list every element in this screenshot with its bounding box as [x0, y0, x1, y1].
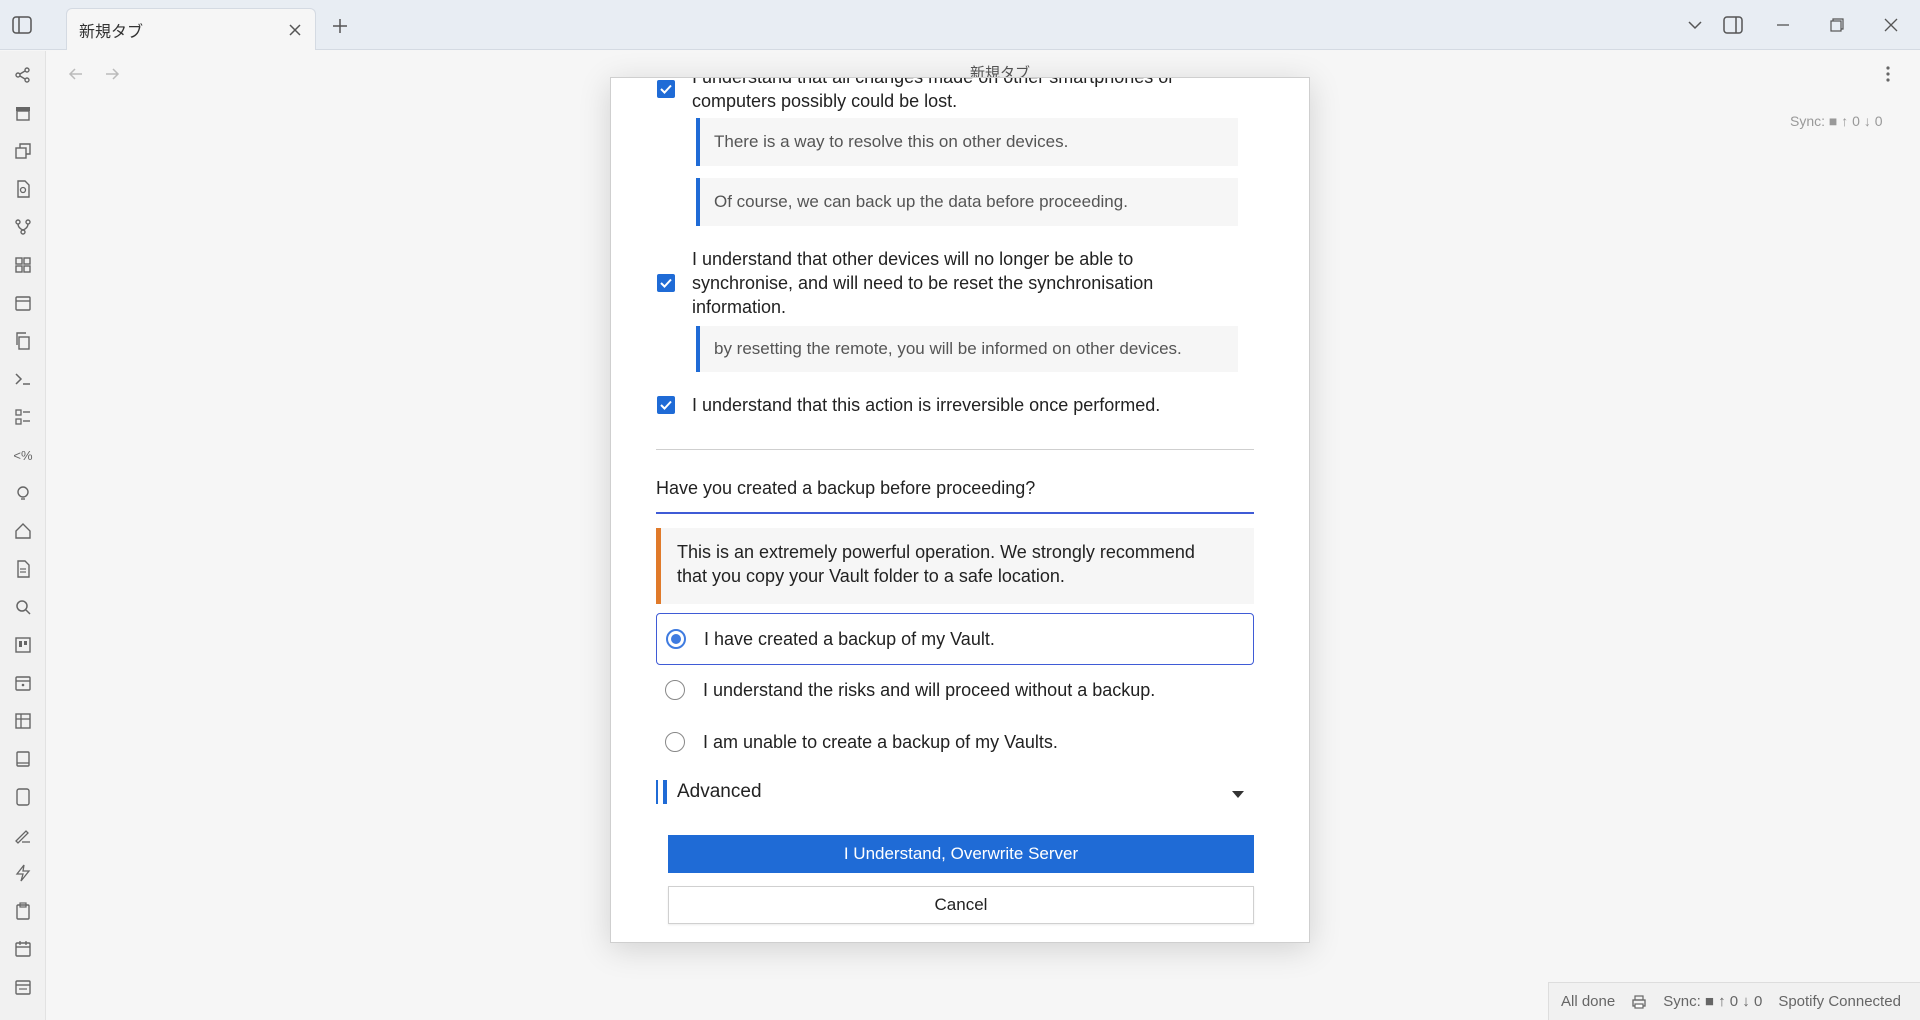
note-resetting-remote: by resetting the remote, you will be inf…: [696, 326, 1238, 372]
tablet-icon[interactable]: [11, 785, 35, 809]
document-icon[interactable]: [11, 557, 35, 581]
calendar-alt-icon[interactable]: [11, 937, 35, 961]
advanced-marker: [656, 780, 667, 804]
archive-icon[interactable]: [11, 101, 35, 125]
status-all-done: All done: [1561, 993, 1616, 1010]
ack-text-2-line2: synchronise, and will need to be reset t…: [692, 273, 1154, 293]
question-underline: [656, 512, 1254, 514]
kanban-icon[interactable]: [11, 633, 35, 657]
lightning-icon[interactable]: [11, 861, 35, 885]
section-divider: [656, 449, 1254, 450]
grid-icon[interactable]: [11, 253, 35, 277]
warning-line-2: that you copy your Vault folder to a saf…: [677, 566, 1065, 586]
signature-icon[interactable]: [11, 823, 35, 847]
forward-arrow-icon[interactable]: [100, 62, 124, 86]
layers-icon[interactable]: [11, 139, 35, 163]
ack-checkbox-3[interactable]: [657, 396, 675, 414]
status-sync: Sync: ■ ↑ 0 ↓ 0: [1663, 993, 1763, 1010]
left-ribbon: <%: [0, 51, 46, 1020]
close-window-icon[interactable]: [1878, 12, 1904, 38]
radio-unable-backup[interactable]: [665, 732, 685, 752]
terminal-icon[interactable]: [11, 367, 35, 391]
more-options-icon[interactable]: [1876, 62, 1900, 86]
lightbulb-icon[interactable]: [11, 481, 35, 505]
calendar-days-icon[interactable]: [11, 671, 35, 695]
option-created-backup[interactable]: I have created a backup of my Vault.: [656, 613, 1254, 665]
advanced-toggle[interactable]: Advanced: [656, 777, 1254, 807]
option-unable-backup[interactable]: I am unable to create a backup of my Vau…: [656, 716, 1254, 768]
search-icon[interactable]: [11, 595, 35, 619]
sync-status: Sync: ■ ↑ 0 ↓ 0: [1790, 113, 1883, 129]
minimize-icon[interactable]: [1770, 12, 1796, 38]
git-branch-icon[interactable]: [11, 215, 35, 239]
graph-icon[interactable]: [11, 63, 35, 87]
ack-text-1-line2: computers possibly could be lost.: [692, 91, 958, 111]
copy-icon[interactable]: [11, 329, 35, 353]
ack-text-2-line1: I understand that other devices will no …: [692, 249, 1134, 269]
plus-icon[interactable]: [328, 14, 352, 38]
home-icon[interactable]: [11, 519, 35, 543]
calendar-icon[interactable]: [11, 291, 35, 315]
ack-text-1-line1: I understand that all changes made on ot…: [692, 77, 1175, 87]
option-proceed-without-backup[interactable]: I understand the risks and will proceed …: [656, 664, 1254, 716]
calendar-week-icon[interactable]: [11, 975, 35, 999]
status-spotify[interactable]: Spotify Connected: [1778, 993, 1901, 1010]
warning-line-1: This is an extremely powerful operation.…: [677, 542, 1195, 562]
note-backup-data: Of course, we can back up the data befor…: [696, 178, 1238, 226]
restore-icon[interactable]: [1824, 12, 1850, 38]
ack-text-3: I understand that this action is irrever…: [692, 395, 1161, 415]
book-icon[interactable]: [11, 747, 35, 771]
printer-icon[interactable]: [1631, 994, 1647, 1010]
title-bar: 新規タブ: [0, 0, 1920, 50]
backup-question: Have you created a backup before proceed…: [656, 478, 1036, 498]
checklist-icon[interactable]: [11, 405, 35, 429]
warning-callout: This is an extremely powerful operation.…: [656, 528, 1254, 604]
split-panel-icon[interactable]: [1720, 12, 1746, 38]
tab-new-tab[interactable]: 新規タブ: [66, 8, 316, 50]
radio-created-backup[interactable]: [666, 629, 686, 649]
ack-text-2-line3: information.: [692, 297, 787, 317]
template-icon[interactable]: <%: [11, 443, 35, 467]
radio-proceed-without-backup[interactable]: [665, 680, 685, 700]
caret-down-icon[interactable]: [1231, 787, 1245, 798]
table-icon[interactable]: [11, 709, 35, 733]
file-search-icon[interactable]: [11, 177, 35, 201]
note-resolve-devices: There is a way to resolve this on other …: [696, 118, 1238, 166]
ack-checkbox-2[interactable]: [657, 274, 675, 292]
close-icon[interactable]: [285, 20, 305, 40]
ack-checkbox-1[interactable]: [657, 80, 675, 98]
clipboard-icon[interactable]: [11, 899, 35, 923]
chevron-down-icon[interactable]: [1682, 12, 1708, 38]
cancel-button[interactable]: Cancel: [668, 886, 1254, 924]
overwrite-server-button[interactable]: I Understand, Overwrite Server: [668, 835, 1254, 873]
overwrite-server-dialog: I understand that all changes made on ot…: [610, 77, 1310, 943]
tab-label: 新規タブ: [79, 23, 144, 41]
back-arrow-icon[interactable]: [64, 62, 88, 86]
status-bar: All done Sync: ■ ↑ 0 ↓ 0 Spotify Connect…: [1548, 982, 1920, 1020]
sidebar-toggle-icon[interactable]: [10, 14, 34, 36]
